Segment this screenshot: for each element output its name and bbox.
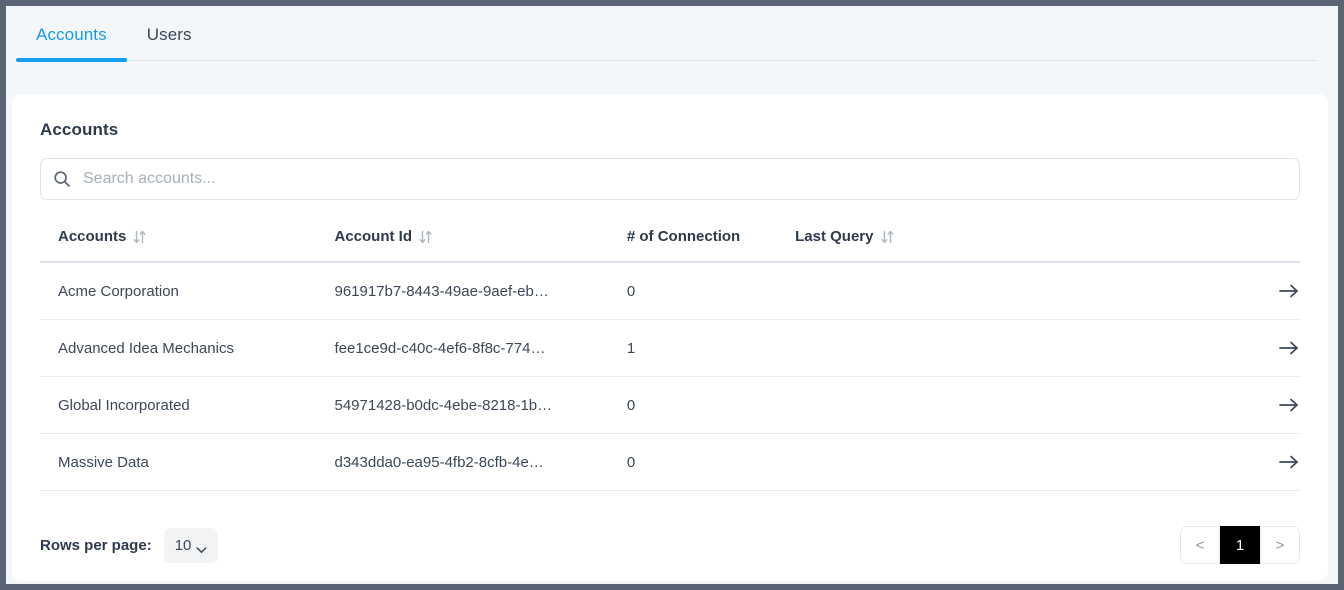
column-header-last-query-label: Last Query xyxy=(795,228,874,245)
cell-account-name: Advanced Idea Mechanics xyxy=(40,319,335,378)
table-row[interactable]: Advanced Idea Mechanics fee1ce9d-c40c-4e… xyxy=(40,319,1300,378)
cell-action[interactable] xyxy=(1236,262,1300,321)
cell-connections: 0 xyxy=(626,433,796,492)
accounts-table: Accounts Account Id # of Connection Last… xyxy=(40,222,1300,492)
column-header-accounts[interactable]: Accounts xyxy=(40,222,335,263)
pagination-next-button[interactable]: > xyxy=(1260,526,1300,564)
chevron-down-icon xyxy=(196,541,207,553)
tab-accounts[interactable]: Accounts xyxy=(16,6,127,62)
rows-per-page: Rows per page: 10 xyxy=(40,527,219,563)
table-row[interactable]: Acme Corporation 961917b7-8443-49ae-9aef… xyxy=(40,262,1300,321)
arrow-right-icon[interactable] xyxy=(1278,339,1300,357)
app-window: Accounts Users Accounts Search accounts.… xyxy=(0,0,1344,590)
table-body: Acme Corporation 961917b7-8443-49ae-9aef… xyxy=(40,262,1300,492)
page-title: Accounts xyxy=(40,120,119,139)
tab-accounts-label: Accounts xyxy=(36,25,107,44)
cell-action[interactable] xyxy=(1236,376,1300,435)
cell-last-query xyxy=(795,376,1237,435)
rows-per-page-label: Rows per page: xyxy=(40,536,152,554)
cell-account-name: Massive Data xyxy=(40,433,335,492)
pagination-prev-button[interactable]: < xyxy=(1180,526,1220,564)
table-row[interactable]: Global Incorporated 54971428-b0dc-4ebe-8… xyxy=(40,376,1300,435)
cell-account-name: Acme Corporation xyxy=(40,262,335,321)
rows-per-page-select[interactable]: 10 xyxy=(163,527,219,563)
column-header-account-id[interactable]: Account Id xyxy=(334,222,627,263)
cell-connections: 0 xyxy=(626,376,796,435)
sort-icon[interactable] xyxy=(881,230,894,244)
cell-action[interactable] xyxy=(1236,319,1300,378)
sort-icon[interactable] xyxy=(133,230,146,244)
table-footer: Rows per page: 10 < 1 > xyxy=(12,509,1328,581)
column-header-account-id-label: Account Id xyxy=(334,228,412,245)
column-header-connections-label: # of Connection xyxy=(626,228,741,245)
sort-icon[interactable] xyxy=(419,230,432,244)
arrow-right-icon[interactable] xyxy=(1278,453,1300,471)
arrow-right-icon[interactable] xyxy=(1278,282,1300,300)
search-icon xyxy=(53,170,71,188)
cell-last-query xyxy=(795,262,1237,321)
tab-bar: Accounts Users xyxy=(6,6,1338,64)
cell-account-id: d343dda0-ea95-4fb2-8cfb-4e… xyxy=(334,433,627,492)
cell-last-query xyxy=(795,319,1237,378)
column-header-connections[interactable]: # of Connection xyxy=(626,222,796,263)
accounts-card: Accounts Accounts xyxy=(12,94,1328,581)
tab-users-label: Users xyxy=(146,25,192,44)
arrow-right-icon[interactable] xyxy=(1278,396,1300,414)
search-bar[interactable] xyxy=(40,158,1300,200)
cell-account-id: fee1ce9d-c40c-4ef6-8f8c-774… xyxy=(334,319,627,378)
cell-connections: 1 xyxy=(626,319,796,378)
rows-per-page-value: 10 xyxy=(174,536,192,554)
tab-bar-divider xyxy=(129,60,1318,61)
cell-action[interactable] xyxy=(1236,433,1300,492)
pagination-page-1-button[interactable]: 1 xyxy=(1220,526,1260,564)
pagination: < 1 > xyxy=(1180,526,1300,564)
cell-account-id: 961917b7-8443-49ae-9aef-eb… xyxy=(334,262,627,321)
column-header-actions xyxy=(1236,222,1300,263)
cell-account-id: 54971428-b0dc-4ebe-8218-1b… xyxy=(334,376,627,435)
cell-connections: 0 xyxy=(626,262,796,321)
tab-users[interactable]: Users xyxy=(127,6,212,62)
cell-account-name: Global Incorporated xyxy=(40,376,335,435)
table-row[interactable]: Massive Data d343dda0-ea95-4fb2-8cfb-4e…… xyxy=(40,433,1300,492)
search-input[interactable] xyxy=(81,169,1287,189)
cell-last-query xyxy=(795,433,1237,492)
table-header-row: Accounts Account Id # of Connection Last… xyxy=(40,222,1300,263)
column-header-last-query[interactable]: Last Query xyxy=(795,222,1237,263)
table-header: Accounts Account Id # of Connection Last… xyxy=(40,222,1300,263)
column-header-accounts-label: Accounts xyxy=(58,228,127,245)
